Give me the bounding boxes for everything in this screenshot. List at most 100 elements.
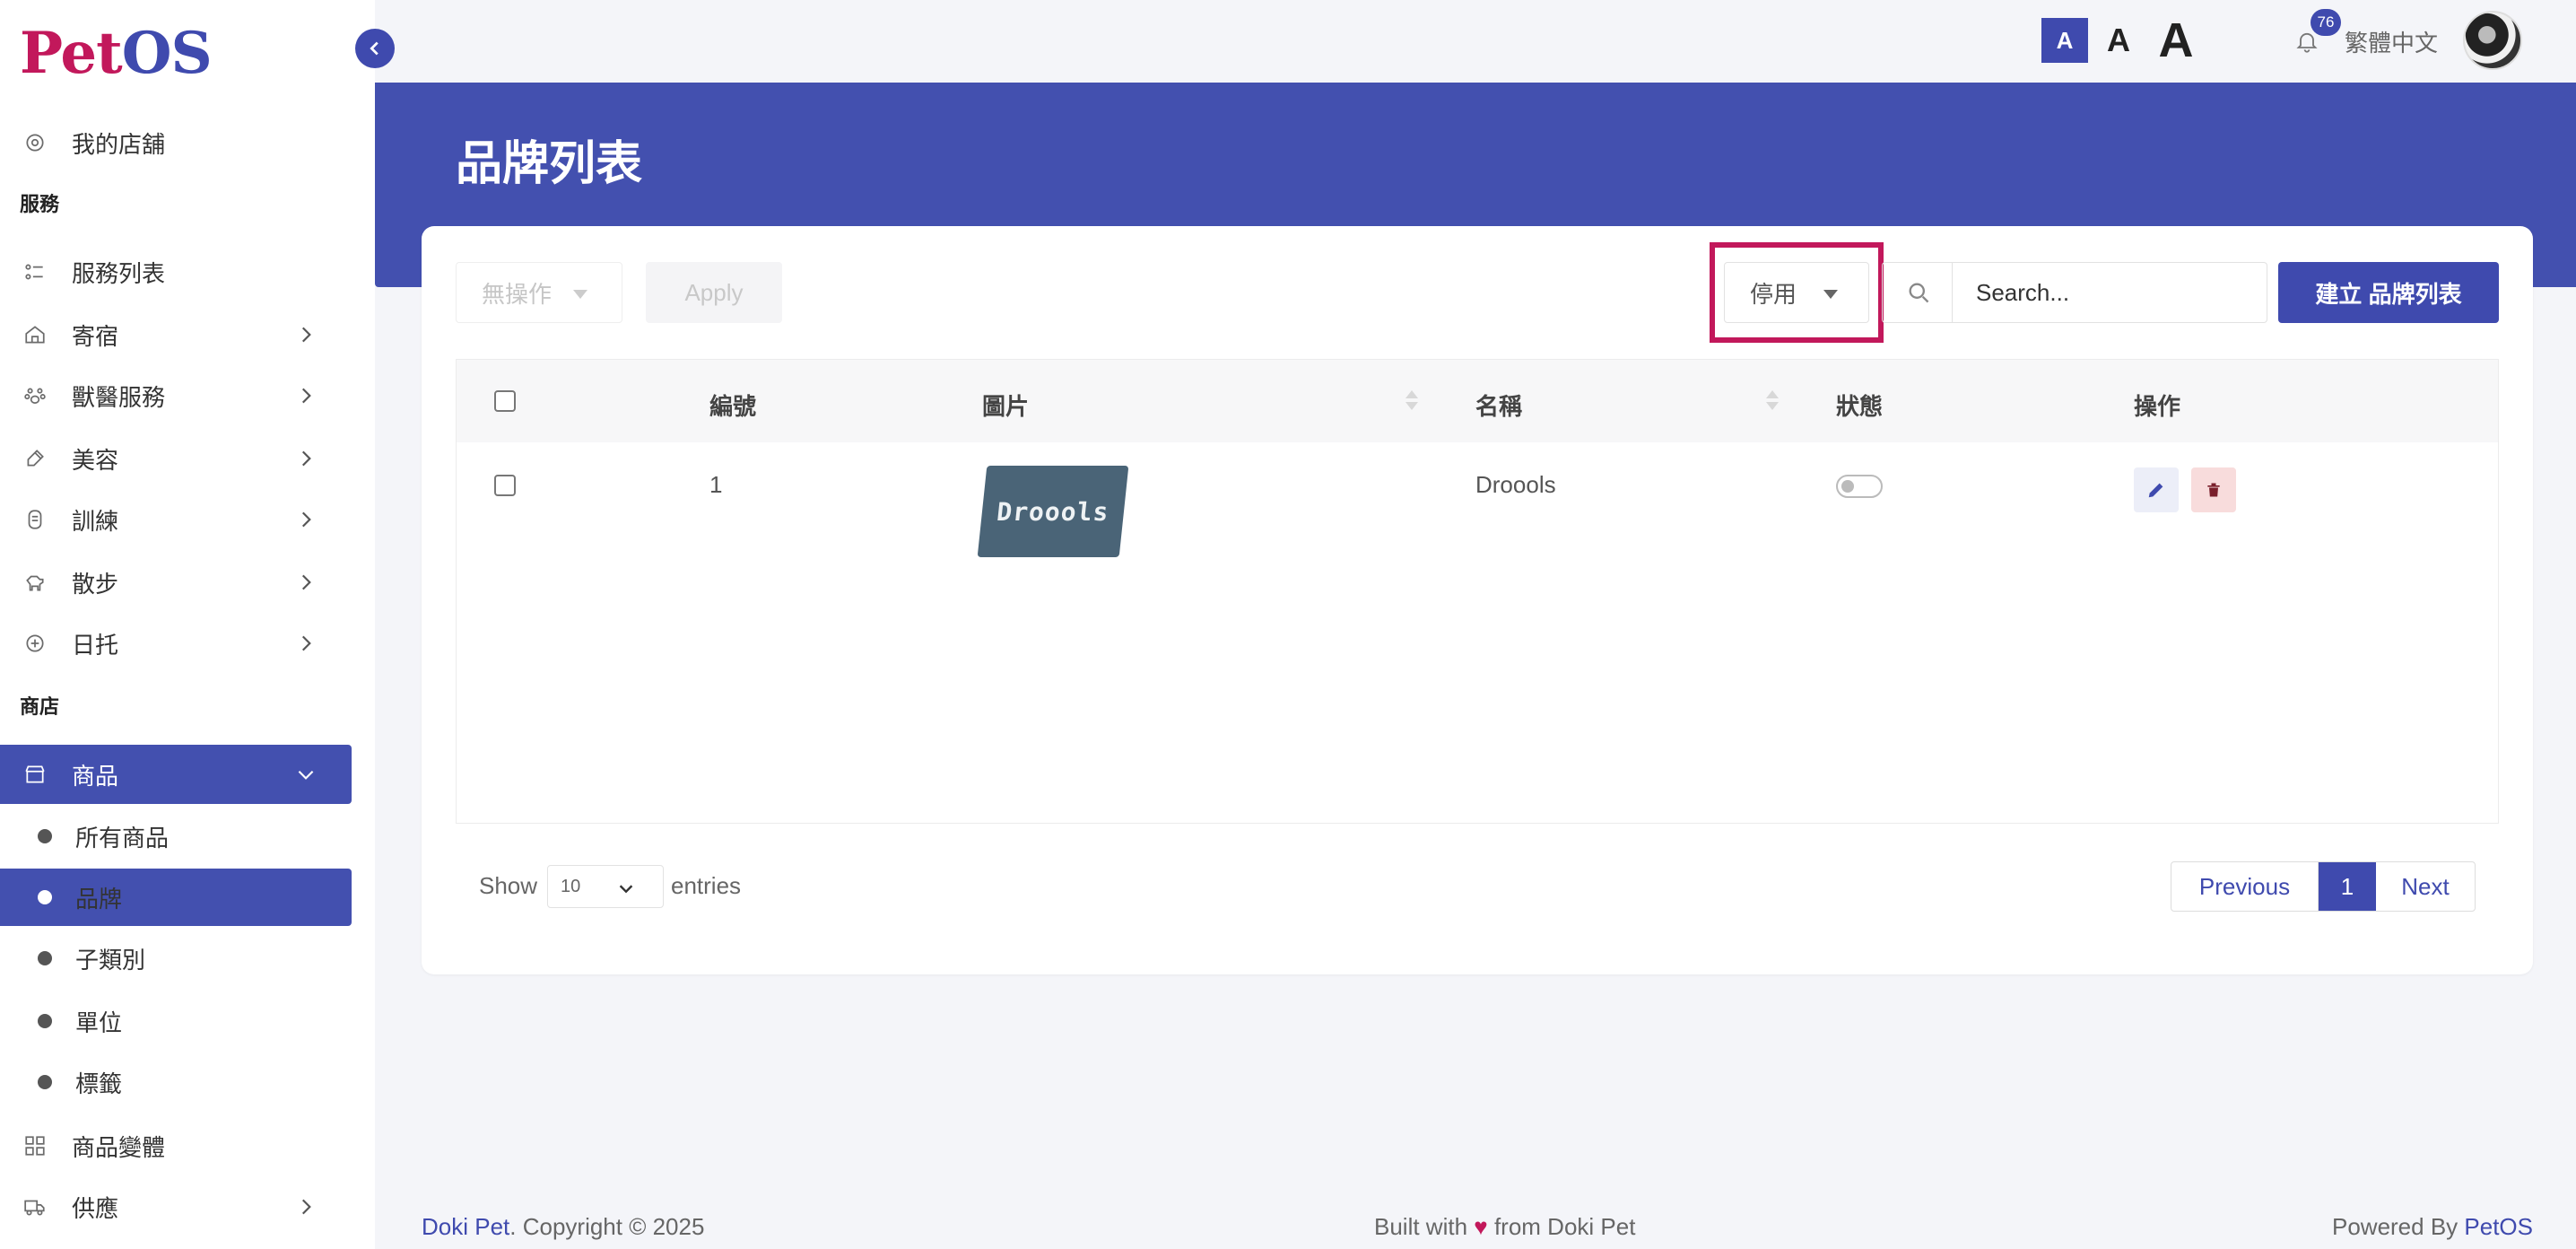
list-icon bbox=[0, 260, 72, 284]
paw-icon bbox=[0, 384, 72, 407]
search-icon bbox=[1882, 262, 1954, 323]
sidebar-item-label: 寄宿 bbox=[72, 322, 119, 350]
sidebar-section-store: 商店 bbox=[20, 695, 60, 718]
sort-icon[interactable] bbox=[1405, 389, 1418, 415]
powered-by-link[interactable]: PetOS bbox=[2464, 1213, 2533, 1240]
edit-button[interactable] bbox=[2134, 467, 2179, 512]
training-icon bbox=[0, 508, 72, 531]
sidebar-item-label: 商品變體 bbox=[72, 1133, 166, 1161]
delete-button[interactable] bbox=[2191, 467, 2236, 512]
create-brand-button[interactable]: 建立 品牌列表 bbox=[2278, 262, 2499, 323]
powered-by-text: Powered By bbox=[2331, 1213, 2459, 1240]
row-checkbox[interactable] bbox=[494, 475, 516, 496]
sidebar-subitem-subcategory[interactable]: 子類別 bbox=[0, 930, 352, 987]
apply-button[interactable]: Apply bbox=[646, 262, 782, 323]
chevron-left-icon bbox=[365, 39, 385, 58]
copyright-text: . Copyright © 2025 bbox=[509, 1213, 705, 1240]
sidebar-item-variants[interactable]: 商品變體 bbox=[0, 1116, 352, 1175]
row-name: Droools bbox=[1475, 471, 1556, 498]
sidebar-item-label: 商品 bbox=[72, 762, 119, 790]
bullet-icon bbox=[38, 890, 52, 904]
notification-badge: 76 bbox=[2311, 9, 2341, 36]
sidebar-item-walking[interactable]: 散步 bbox=[0, 553, 352, 612]
shop-icon bbox=[0, 763, 72, 786]
sort-icon[interactable] bbox=[1766, 389, 1779, 415]
font-size-small-button[interactable]: A bbox=[2041, 18, 2088, 63]
font-size-large-button[interactable]: A bbox=[2149, 13, 2203, 67]
chevron-right-icon bbox=[294, 447, 318, 470]
previous-page-button[interactable]: Previous bbox=[2171, 862, 2319, 911]
column-header-name[interactable]: 名稱 bbox=[1475, 389, 1522, 422]
sidebar-item-my-store[interactable]: 我的店舖 bbox=[0, 113, 352, 172]
chevron-right-icon bbox=[294, 508, 318, 531]
dog-icon bbox=[0, 571, 72, 594]
language-selector[interactable]: 繁體中文 bbox=[2345, 25, 2438, 58]
sidebar-item-label: 品牌 bbox=[75, 885, 123, 913]
trash-icon bbox=[2205, 480, 2223, 500]
chevron-right-icon bbox=[294, 632, 318, 655]
footer-copyright: Doki Pet. Copyright © 2025 bbox=[422, 1213, 704, 1241]
sidebar-subitem-unit[interactable]: 單位 bbox=[0, 992, 352, 1050]
bullet-icon bbox=[38, 1014, 52, 1028]
sidebar-item-service-list[interactable]: 服務列表 bbox=[0, 242, 352, 301]
font-size-medium-button[interactable]: A bbox=[2095, 18, 2142, 63]
entries-per-page-select[interactable]: 10 bbox=[547, 865, 664, 908]
chevron-right-icon bbox=[294, 1195, 318, 1218]
status-toggle[interactable] bbox=[1836, 475, 1883, 498]
sidebar-item-label: 單位 bbox=[75, 1009, 123, 1036]
sidebar-item-products[interactable]: 商品 bbox=[0, 745, 352, 804]
highlight-box bbox=[1710, 242, 1884, 343]
page-title: 品牌列表 bbox=[456, 138, 643, 190]
chevron-down-icon bbox=[294, 763, 318, 786]
variants-icon bbox=[0, 1134, 72, 1157]
caret-down-icon bbox=[573, 290, 587, 299]
chevron-right-icon bbox=[294, 323, 318, 346]
sidebar-item-label: 訓練 bbox=[72, 507, 119, 535]
app-logo[interactable]: PetOS bbox=[20, 20, 213, 87]
column-header-image[interactable]: 圖片 bbox=[982, 389, 1029, 422]
built-from-text: from Doki Pet bbox=[1493, 1213, 1636, 1240]
built-with-text: Built with bbox=[1374, 1213, 1468, 1240]
search-input[interactable] bbox=[1952, 262, 2267, 323]
sidebar-item-label: 標籤 bbox=[75, 1070, 123, 1097]
column-header-id[interactable]: 編號 bbox=[709, 389, 756, 422]
sidebar-item-training[interactable]: 訓練 bbox=[0, 490, 352, 549]
sidebar-item-label: 我的店舖 bbox=[72, 130, 166, 158]
avatar[interactable] bbox=[2463, 11, 2522, 70]
next-page-button[interactable]: Next bbox=[2376, 862, 2475, 911]
entries-per-page-value: 10 bbox=[561, 876, 581, 896]
footer-brand-link[interactable]: Doki Pet bbox=[422, 1213, 509, 1240]
sidebar-item-vet[interactable]: 獸醫服務 bbox=[0, 366, 352, 425]
current-page-button[interactable]: 1 bbox=[2319, 862, 2376, 911]
sidebar-item-label: 服務列表 bbox=[72, 259, 166, 287]
table-header: 編號 圖片 名稱 狀態 操作 bbox=[457, 360, 2498, 442]
bulk-action-select[interactable]: 無操作 bbox=[456, 262, 622, 323]
chevron-right-icon bbox=[294, 384, 318, 407]
sidebar-item-supply[interactable]: 供應 bbox=[0, 1177, 352, 1236]
brush-icon bbox=[0, 447, 72, 470]
pagination: Previous 1 Next bbox=[2171, 861, 2476, 912]
sidebar-item-boarding[interactable]: 寄宿 bbox=[0, 305, 352, 364]
brand-table: 編號 圖片 名稱 狀態 操作 1 Droools Droools bbox=[456, 359, 2499, 824]
footer-powered-by: Powered By PetOS bbox=[2332, 1213, 2533, 1241]
sidebar-item-grooming[interactable]: 美容 bbox=[0, 429, 352, 488]
sidebar-item-daycare[interactable]: 日托 bbox=[0, 614, 352, 673]
toggle-knob bbox=[1841, 480, 1854, 493]
sidebar-subitem-all-products[interactable]: 所有商品 bbox=[0, 808, 352, 865]
sidebar-subitem-tags[interactable]: 標籤 bbox=[0, 1053, 352, 1111]
bullet-icon bbox=[38, 951, 52, 965]
sidebar-item-label: 獸醫服務 bbox=[72, 383, 166, 411]
sidebar-subitem-brands[interactable]: 品牌 bbox=[0, 869, 352, 926]
sidebar-item-label: 供應 bbox=[72, 1194, 119, 1222]
home-icon bbox=[0, 323, 72, 346]
truck-icon bbox=[0, 1195, 72, 1218]
sidebar-item-label: 子類別 bbox=[75, 946, 146, 974]
column-header-actions: 操作 bbox=[2134, 393, 2181, 420]
row-id: 1 bbox=[709, 471, 723, 498]
heart-icon: ♥ bbox=[1474, 1213, 1488, 1240]
sidebar-collapse-button[interactable] bbox=[355, 29, 395, 68]
footer-built-with: Built with ♥ from Doki Pet bbox=[1374, 1213, 1635, 1241]
select-all-checkbox[interactable] bbox=[494, 390, 516, 412]
bullet-icon bbox=[38, 829, 52, 843]
sidebar-item-label: 日托 bbox=[72, 631, 119, 659]
